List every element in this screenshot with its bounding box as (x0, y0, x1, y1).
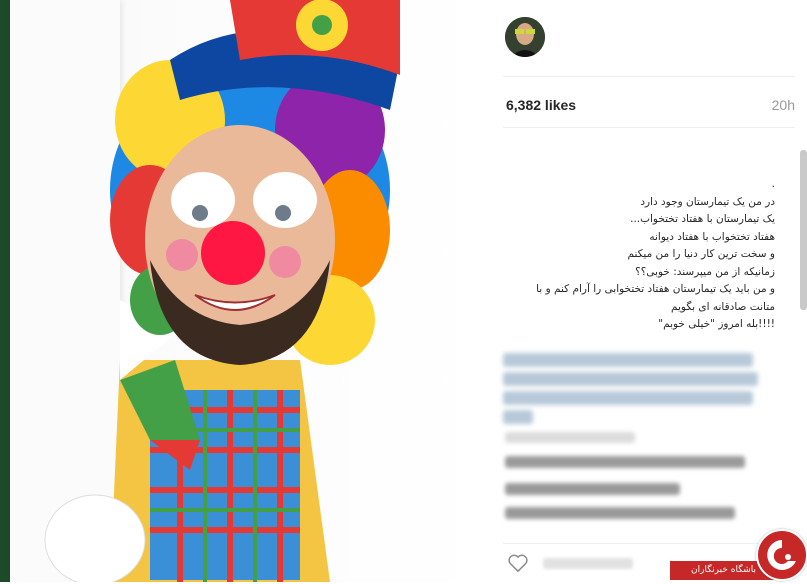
caption-line: یک تیمارستان با هفتاد تختخواب... (630, 213, 775, 225)
caption-line: . (771, 178, 775, 190)
post-time[interactable]: 20h (772, 97, 795, 113)
blurred-comment (505, 456, 745, 468)
post-panel: 6,382 likes 20h . در من یک تیمارستان وجو… (483, 0, 807, 582)
header-divider (503, 76, 795, 77)
blurred-view-all-comments[interactable] (505, 432, 635, 443)
blurred-hashtags (503, 350, 763, 429)
caption-line: در من یک تیمارستان وجود دارد (640, 195, 775, 208)
avatar-photo (505, 17, 545, 57)
caption-line: و سخت ترین کار دنیا را من میکنم (627, 248, 775, 260)
post-photo[interactable] (0, 0, 483, 582)
blurred-add-comment-input[interactable] (543, 558, 633, 569)
likes-count[interactable]: 6,382 likes (506, 97, 576, 113)
news-agency-logo-icon (756, 529, 807, 581)
caption-line: !!!!بله امروز "خیلی خوبم" (658, 318, 775, 330)
clown-illustration (44, 0, 400, 582)
caption-line: متانت صادقانه ای بگویم (671, 300, 775, 313)
likes-divider (503, 127, 795, 128)
blurred-comment (505, 483, 680, 495)
avatar[interactable] (505, 17, 545, 57)
post-caption: . در من یک تیمارستان وجود دارد یک تیمارس… (503, 176, 775, 334)
caption-line: و من باید یک تیمارستان هفتاد تختخوابی را… (536, 283, 775, 295)
scrollbar[interactable] (800, 150, 807, 310)
caption-line: هفتاد تختخواب با هفتاد دیوانه (649, 230, 775, 243)
caption-line: زمانیکه از من میپرسند: خوبی؟؟ (635, 265, 775, 278)
heart-icon[interactable] (507, 553, 529, 573)
blurred-comment (505, 507, 735, 519)
watermark-badge: باشگاه خبرنگاران (670, 527, 807, 582)
